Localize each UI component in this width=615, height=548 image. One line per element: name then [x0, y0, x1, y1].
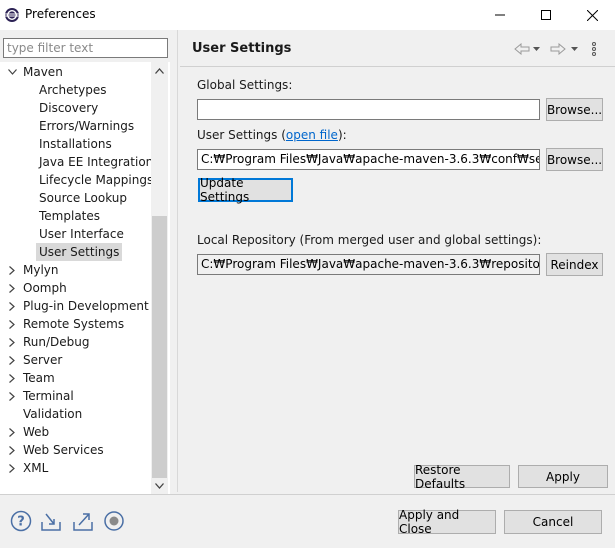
tree-item-label: Errors/Warnings: [39, 119, 135, 133]
chevron-right-icon[interactable]: [7, 261, 17, 279]
preference-tree: Maven Archetypes Discovery Errors/Warnin…: [0, 62, 170, 494]
tree-item-label: User Interface: [39, 227, 124, 241]
global-browse-button[interactable]: Browse...: [546, 98, 603, 121]
tree-item-label: Plug-in Development: [23, 299, 149, 313]
tree-item-label: Run/Debug: [23, 335, 90, 349]
tree-item-label: Java EE Integration: [39, 155, 154, 169]
user-settings-label-suffix: ):: [337, 128, 347, 142]
chevron-right-icon[interactable]: [7, 279, 17, 297]
chevron-down-icon[interactable]: [7, 63, 17, 81]
window-title: Preferences: [25, 7, 96, 21]
import-icon[interactable]: [40, 510, 62, 532]
tree-item-label: Validation: [23, 407, 83, 421]
more-options-icon[interactable]: [589, 40, 599, 58]
chevron-right-icon[interactable]: [7, 351, 17, 369]
chevron-right-icon[interactable]: [7, 423, 17, 441]
header-separator: [180, 66, 615, 67]
tree-item-label: Mylyn: [23, 263, 59, 277]
restore-defaults-button[interactable]: Restore Defaults: [414, 463, 510, 491]
chevron-right-icon[interactable]: [7, 441, 17, 459]
svg-text:?: ?: [17, 515, 25, 530]
scroll-down-icon[interactable]: [151, 477, 168, 494]
eclipse-icon: [4, 7, 20, 23]
open-file-link[interactable]: open file: [286, 128, 338, 142]
local-repository-field[interactable]: C:₩Program Files₩Java₩apache-maven-3.6.3…: [197, 254, 540, 275]
global-settings-field[interactable]: [197, 99, 540, 120]
tree-item-label: Web Services: [23, 443, 104, 457]
tree-item-label: Team: [23, 371, 55, 385]
tree-item-label: Discovery: [39, 101, 99, 115]
tree-item-label: Installations: [39, 137, 112, 151]
help-icon[interactable]: ?: [10, 510, 32, 532]
back-dropdown-icon[interactable]: [531, 40, 541, 58]
tree-item-label: Oomph: [23, 281, 67, 295]
footer-separator: [0, 494, 615, 495]
tree-item-label: Remote Systems: [23, 317, 125, 331]
filter-input[interactable]: [3, 38, 168, 58]
user-settings-field[interactable]: C:₩Program Files₩Java₩apache-maven-3.6.3…: [197, 149, 540, 170]
forward-dropdown-icon[interactable]: [569, 40, 579, 58]
panel-divider[interactable]: [177, 30, 178, 492]
tree-item-label: Archetypes: [39, 83, 107, 97]
user-settings-label-prefix: User Settings (: [197, 128, 286, 142]
tree-scrollbar[interactable]: [151, 62, 168, 494]
apply-button[interactable]: Apply: [518, 465, 608, 488]
chevron-right-icon[interactable]: [7, 387, 17, 405]
record-icon[interactable]: [103, 510, 125, 532]
tree-item-label: Maven: [23, 65, 63, 79]
chevron-right-icon[interactable]: [7, 369, 17, 387]
scrollbar-thumb[interactable]: [152, 216, 167, 478]
tree-item-label: XML: [23, 461, 49, 475]
minimize-button[interactable]: [477, 0, 523, 30]
chevron-right-icon[interactable]: [7, 297, 17, 315]
tree-item-label: Templates: [39, 209, 101, 223]
tree-item-label: User Settings: [36, 243, 123, 261]
chevron-right-icon[interactable]: [7, 333, 17, 351]
cancel-button[interactable]: Cancel: [504, 510, 602, 534]
scroll-up-icon[interactable]: [151, 62, 168, 79]
local-repository-label: Local Repository (From merged user and g…: [197, 233, 542, 247]
title-bar: Preferences: [0, 0, 615, 30]
update-settings-button[interactable]: Update Settings: [198, 176, 293, 204]
chevron-right-icon[interactable]: [7, 315, 17, 333]
preferences-window: Preferences Maven Archetypes Discovery E…: [0, 0, 615, 548]
tree-item-label: Server: [23, 353, 63, 367]
user-settings-label: User Settings (open file):: [197, 128, 347, 142]
tree-item-label: Lifecycle Mappings: [39, 173, 154, 187]
close-button[interactable]: [569, 0, 615, 30]
apply-and-close-button[interactable]: Apply and Close: [398, 508, 496, 536]
tree-item-label: Web: [23, 425, 50, 439]
tree-item-label: Terminal: [23, 389, 74, 403]
maximize-button[interactable]: [523, 0, 569, 30]
export-icon[interactable]: [72, 510, 94, 532]
forward-arrow-icon[interactable]: [549, 40, 567, 58]
global-settings-label: Global Settings:: [197, 78, 293, 92]
chevron-right-icon[interactable]: [7, 459, 17, 477]
back-arrow-icon[interactable]: [513, 40, 531, 58]
user-browse-button[interactable]: Browse...: [546, 148, 603, 171]
reindex-button[interactable]: Reindex: [546, 253, 603, 276]
tree-item-label: Source Lookup: [39, 191, 127, 205]
page-title: User Settings: [192, 41, 292, 56]
